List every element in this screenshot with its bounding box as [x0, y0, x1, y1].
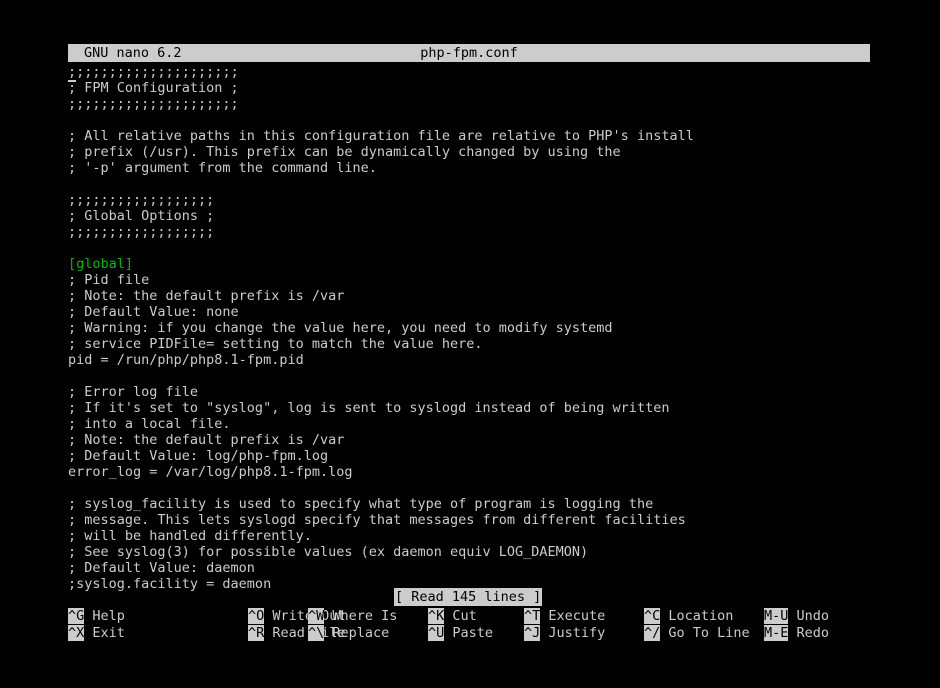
shortcut-key: ^W — [308, 608, 325, 624]
editor-line: ; If it's set to "syslog", log is sent t… — [68, 400, 670, 416]
nano-terminal-window: GNU nano 6.2 php-fpm.conf ;;;;;;;;;;;;;;… — [0, 0, 940, 688]
shortcut-go-to-line[interactable]: ^/ Go To Line — [644, 625, 750, 642]
shortcut-key: ^C — [644, 608, 661, 624]
shortcut-label: Where Is — [324, 608, 398, 624]
editor-line: ; Default Value: daemon — [68, 560, 255, 576]
shortcut-replace[interactable]: ^\ Replace — [308, 625, 389, 642]
shortcut-help-bar: ^G Help ^O Write Out ^W Where Is ^K Cut ^T E… — [68, 608, 932, 642]
shortcut-redo[interactable]: M-E Redo — [764, 625, 829, 642]
shortcut-label: Undo — [788, 608, 830, 624]
shortcut-label: Justify — [540, 625, 606, 641]
shortcut-key: ^/ — [644, 625, 661, 641]
editor-line: ; Error log file — [68, 384, 199, 400]
shortcut-paste[interactable]: ^U Paste — [428, 625, 493, 642]
shortcut-key: ^R — [248, 625, 265, 641]
editor-line: ; will be handled differently. — [68, 528, 312, 544]
shortcut-label: Help — [84, 608, 125, 624]
shortcut-label: Redo — [788, 625, 830, 641]
editor-line: ; Pid file — [68, 272, 150, 288]
shortcut-key: ^T — [524, 608, 541, 624]
editor-line: ; prefix (/usr). This prefix can be dyna… — [68, 144, 621, 160]
shortcut-execute[interactable]: ^T Execute — [524, 608, 605, 625]
shortcut-key: ^J — [524, 625, 541, 641]
nano-title-bar: GNU nano 6.2 php-fpm.conf — [68, 44, 870, 62]
shortcut-key: ^X — [68, 625, 85, 641]
shortcut-undo[interactable]: M-U Undo — [764, 608, 829, 625]
shortcut-key: ^U — [428, 625, 445, 641]
nano-filename-label: php-fpm.conf — [420, 45, 518, 61]
shortcut-label: Execute — [540, 608, 606, 624]
editor-line: ;;;;;;;;;;;;;;;;;;;;; — [68, 64, 239, 82]
editor-line: ; Note: the default prefix is /var — [68, 432, 345, 448]
shortcut-label: Replace — [324, 625, 390, 641]
shortcut-row-primary: ^G Help ^O Write Out ^W Where Is ^K Cut ^T E… — [68, 608, 932, 625]
editor-line: ;;;;;;;;;;;;;;;;;;;;; — [68, 96, 239, 112]
shortcut-label: Exit — [84, 625, 125, 641]
editor-line: ; See syslog(3) for possible values (ex … — [68, 544, 589, 560]
shortcut-row-secondary: ^X Exit ^R Read File ^\ Replace ^U Paste ^J … — [68, 625, 932, 642]
shortcut-key: ^K — [428, 608, 445, 624]
editor-line: pid = /run/php/php8.1-fpm.pid — [68, 352, 304, 368]
editor-line: ; into a local file. — [68, 416, 231, 432]
shortcut-key: ^G — [68, 608, 85, 624]
editor-line: ; '-p' argument from the command line. — [68, 160, 377, 176]
editor-line: ; syslog_facility is used to specify wha… — [68, 496, 654, 512]
shortcut-label: Cut — [444, 608, 477, 624]
shortcut-key: ^O — [248, 608, 265, 624]
editor-line: ;;;;;;;;;;;;;;;;;; — [68, 224, 215, 240]
editor-line: ; service PIDFile= setting to match the … — [68, 336, 483, 352]
editor-line: ; All relative paths in this configurati… — [68, 128, 694, 144]
shortcut-key: M-E — [764, 625, 789, 641]
shortcut-key: ^\ — [308, 625, 325, 641]
editor-line: ; Default Value: log/php-fpm.log — [68, 448, 329, 464]
editor-line: ; Default Value: none — [68, 304, 239, 320]
editor-line: error_log = /var/log/php8.1-fpm.log — [68, 464, 353, 480]
editor-text-buffer[interactable]: ;;;;;;;;;;;;;;;;;;;;;; FPM Configuration… — [68, 64, 932, 592]
editor-line: ;;;;;;;;;;;;;;;;;; — [68, 192, 215, 208]
editor-line: ; Note: the default prefix is /var — [68, 288, 345, 304]
editor-line: [global] — [68, 256, 134, 272]
editor-line: ; FPM Configuration ; — [68, 80, 239, 96]
editor-line: ; Global Options ; — [68, 208, 215, 224]
status-message: [ Read 145 lines ] — [394, 588, 543, 606]
shortcut-help[interactable]: ^G Help — [68, 608, 125, 625]
editor-line: ; Warning: if you change the value here,… — [68, 320, 613, 336]
shortcut-exit[interactable]: ^X Exit — [68, 625, 125, 642]
shortcut-justify[interactable]: ^J Justify — [524, 625, 605, 642]
shortcut-location[interactable]: ^C Location — [644, 608, 733, 625]
shortcut-label: Location — [660, 608, 734, 624]
shortcut-label: Go To Line — [660, 625, 750, 641]
editor-line: ; message. This lets syslogd specify tha… — [68, 512, 686, 528]
shortcut-cut[interactable]: ^K Cut — [428, 608, 477, 625]
shortcut-label: Paste — [444, 625, 494, 641]
shortcut-where-is[interactable]: ^W Where Is — [308, 608, 397, 625]
shortcut-key: M-U — [764, 608, 789, 624]
